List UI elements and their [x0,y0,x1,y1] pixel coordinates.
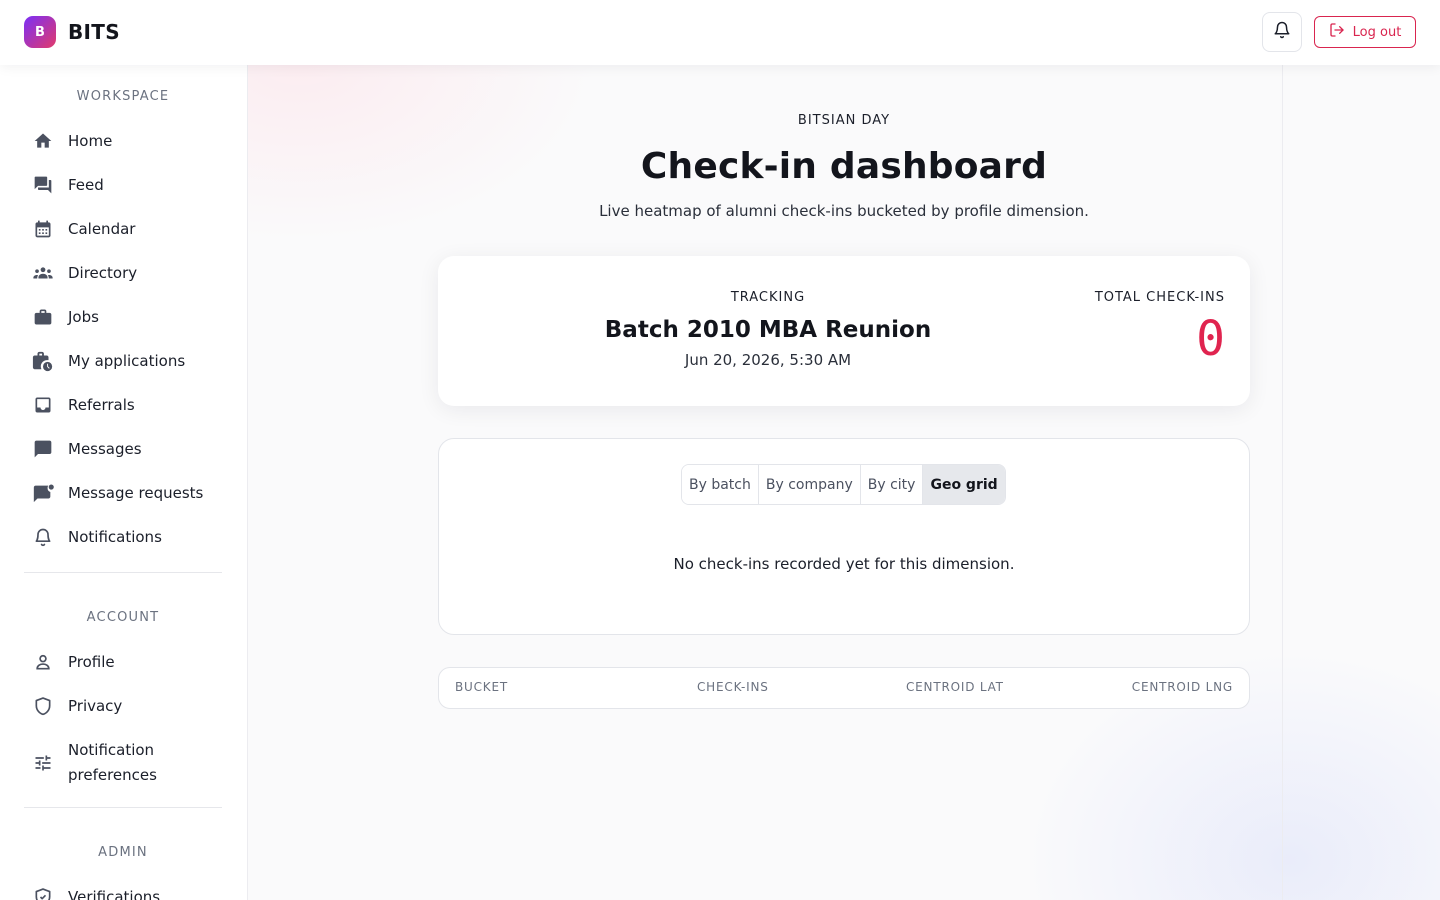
calendar-icon [32,218,54,240]
brand[interactable]: B BITS [24,16,120,48]
bell-icon [1273,21,1291,43]
shield-icon [32,695,54,717]
sidebar-item-label: Message requests [68,484,204,502]
page-eyebrow: BITSIAN DAY [797,113,891,128]
sidebar-item-notification-preferences[interactable]: Notification preferences [24,735,222,791]
tab-by-city[interactable]: By city [860,465,924,504]
tab-by-batch[interactable]: By batch [682,465,759,504]
total-checkins-block: TOTAL CHECK-INS 0 [1095,290,1225,363]
sidebar-item-label: Messages [68,440,142,458]
sidebar-item-jobs[interactable]: Jobs [24,297,222,337]
inbox-icon [32,394,54,416]
brand-name: BITS [68,20,120,44]
dimension-tabs: By batch By company By city Geo grid [681,464,1006,505]
sidebar-item-label: Profile [68,653,115,671]
briefcase-clock-icon [32,350,54,372]
column-header-bucket[interactable]: BUCKET [455,680,508,694]
sidebar-item-label: My applications [68,352,186,370]
logout-button[interactable]: Log out [1314,16,1416,48]
sliders-icon [32,752,54,774]
sidebar-divider [24,807,222,808]
chat-badge-icon [32,482,54,504]
sidebar-item-label: Calendar [68,220,136,238]
column-header-centroid-lng[interactable]: CENTROID LNG [1132,680,1233,694]
chat-icon [32,438,54,460]
top-bar: B BITS Log out [0,0,1440,65]
sidebar-item-notifications[interactable]: Notifications [24,517,222,557]
sidebar-item-verifications[interactable]: Verifications [24,877,222,900]
dimension-card: By batch By company By city Geo grid No … [438,438,1250,635]
page-title: Check-in dashboard [640,146,1048,187]
sidebar-item-label: Directory [68,264,138,282]
sidebar-item-message-requests[interactable]: Message requests [24,473,222,513]
sidebar-item-label: Jobs [68,308,99,326]
sidebar-item-label: Notification preferences [68,741,157,784]
tab-by-company[interactable]: By company [758,465,861,504]
workspace-section-label: WORKSPACE [76,89,170,104]
total-checkins-label: TOTAL CHECK-INS [1094,290,1225,305]
brand-logo: B [24,16,56,48]
people-icon [32,262,54,284]
notifications-button[interactable] [1262,12,1302,52]
sidebar-item-label: Verifications [68,888,161,900]
admin-section-label: ADMIN [98,845,148,860]
tab-geo-grid[interactable]: Geo grid [923,465,1005,504]
tracking-label: TRACKING [730,290,806,305]
sidebar-item-referrals[interactable]: Referrals [24,385,222,425]
total-checkins-value: 0 [1196,311,1225,367]
sidebar-item-directory[interactable]: Directory [24,253,222,293]
column-header-checkins[interactable]: CHECK-INS [697,680,769,694]
sidebar-item-label: Notifications [68,528,162,546]
event-name: Batch 2010 MBA Reunion [604,317,932,343]
sidebar-item-my-applications[interactable]: My applications [24,341,222,381]
sidebar-item-messages[interactable]: Messages [24,429,222,469]
account-section-label: ACCOUNT [86,610,160,625]
checkins-table-header: BUCKET CHECK-INS CENTROID LAT CENTROID L… [438,667,1250,709]
shield-check-icon [32,886,54,900]
person-icon [32,651,54,673]
empty-state-message: No check-ins recorded yet for this dimen… [673,555,1015,573]
sidebar-item-privacy[interactable]: Privacy [24,686,222,726]
tracking-card: TRACKING Batch 2010 MBA Reunion Jun 20, … [438,256,1250,406]
briefcase-icon [32,306,54,328]
bell-icon [32,526,54,548]
column-header-centroid-lat[interactable]: CENTROID LAT [906,680,1004,694]
event-date: Jun 20, 2026, 5:30 AM [684,351,852,369]
sidebar: WORKSPACE Home Feed Calendar Directory J… [0,65,248,900]
logout-label: Log out [1352,24,1402,40]
sidebar-divider [24,572,222,573]
page-subtitle: Live heatmap of alumni check-ins buckete… [599,202,1089,220]
sidebar-item-label: Privacy [68,697,123,715]
sidebar-item-label: Referrals [68,396,135,414]
sidebar-item-profile[interactable]: Profile [24,642,222,682]
tracking-block: TRACKING Batch 2010 MBA Reunion Jun 20, … [558,290,978,369]
logout-icon [1329,22,1345,42]
